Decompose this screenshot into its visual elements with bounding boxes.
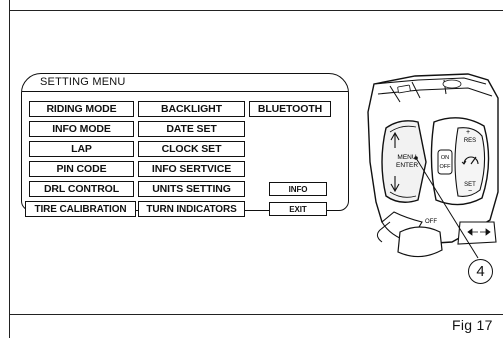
- setting-menu-screen: SETTING MENU RIDING MODE BACKLIGHT BLUET…: [21, 73, 349, 217]
- turn-indicators-button[interactable]: TURN INDICATORS: [138, 201, 245, 217]
- units-setting-button[interactable]: UNITS SETTING: [138, 181, 245, 197]
- screen-title: SETTING MENU: [40, 76, 126, 88]
- bottom-rule: [9, 314, 503, 315]
- exit-button[interactable]: EXIT: [269, 202, 327, 216]
- on-label: ON: [441, 155, 449, 161]
- top-rule: [9, 10, 503, 11]
- lap-button[interactable]: LAP: [29, 141, 134, 157]
- bluetooth-button[interactable]: BLUETOOTH: [249, 101, 331, 117]
- off-switch-label: OFF: [425, 219, 437, 225]
- plus-label: +: [466, 129, 470, 136]
- turn-signal-switch[interactable]: [457, 221, 497, 245]
- left-frame-line: [9, 0, 10, 338]
- info-mode-button[interactable]: INFO MODE: [29, 121, 134, 137]
- engine-stop-switch[interactable]: [397, 226, 443, 258]
- drl-control-button[interactable]: DRL CONTROL: [29, 181, 134, 197]
- figure-label: Fig 17: [452, 317, 493, 333]
- enter-label: ENTER: [396, 162, 418, 169]
- callout-number-4: 4: [468, 259, 493, 284]
- menu-label: MENU: [397, 154, 416, 161]
- minus-label: −: [468, 188, 472, 195]
- cruise-on-off-button[interactable]: [437, 149, 453, 175]
- handlebar-controls-illustration: MENU ENTER + RES SET − ON OFF OFF: [367, 73, 499, 259]
- clock-set-button[interactable]: CLOCK SET: [138, 141, 245, 157]
- tire-calibration-button[interactable]: TIRE CALIBRATION: [25, 201, 136, 217]
- date-set-button[interactable]: DATE SET: [138, 121, 245, 137]
- pin-code-button[interactable]: PIN CODE: [29, 161, 134, 177]
- riding-mode-button[interactable]: RIDING MODE: [29, 101, 134, 117]
- info-button[interactable]: INFO: [269, 182, 327, 196]
- res-label: RES: [464, 138, 476, 144]
- screen-title-row: SETTING MENU: [22, 74, 348, 92]
- info-service-button[interactable]: INFO SERTVICE: [138, 161, 245, 177]
- backlight-button[interactable]: BACKLIGHT: [138, 101, 245, 117]
- off-label: OFF: [440, 164, 452, 170]
